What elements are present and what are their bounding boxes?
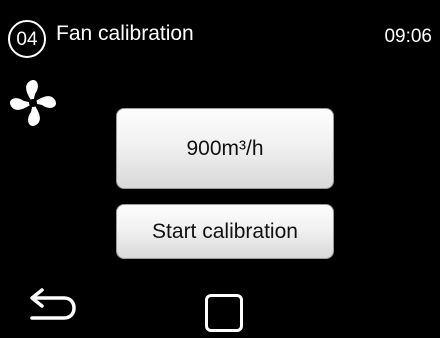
start-calibration-label: Start calibration	[152, 219, 298, 243]
square-home-icon[interactable]	[205, 294, 243, 332]
fan-icon	[10, 80, 56, 126]
airflow-value: 900m³/h	[186, 136, 264, 160]
page-title: Fan calibration	[56, 22, 194, 45]
back-arrow-icon[interactable]	[26, 287, 78, 323]
step-number: 04	[16, 28, 38, 50]
start-calibration-button[interactable]: Start calibration	[116, 204, 334, 259]
airflow-value-button[interactable]: 900m³/h	[116, 108, 334, 189]
clock-time: 09:06	[384, 26, 432, 47]
step-number-badge: 04	[8, 20, 46, 58]
